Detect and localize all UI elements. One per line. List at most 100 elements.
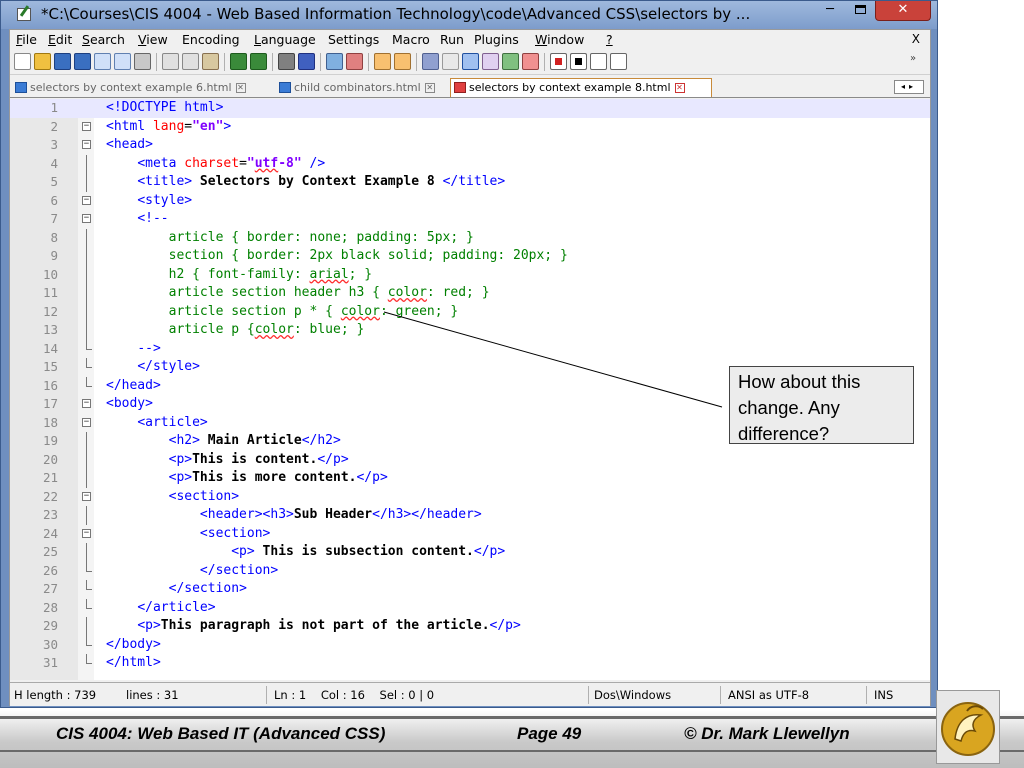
code-line[interactable]: 26 </section> bbox=[10, 561, 930, 581]
close-file-icon[interactable] bbox=[94, 53, 111, 70]
code-line[interactable]: 30 </body> bbox=[10, 635, 930, 655]
doc-map-icon[interactable] bbox=[502, 53, 519, 70]
sync-vertical-icon[interactable] bbox=[374, 53, 391, 70]
code-line[interactable]: 10 h2 { font-family: arial; } bbox=[10, 265, 930, 284]
cut-icon[interactable] bbox=[162, 53, 179, 70]
line-number: 23 bbox=[42, 507, 58, 522]
tab-child-combinators[interactable]: child combinators.html ✕ bbox=[276, 79, 435, 98]
fold-line bbox=[86, 339, 87, 349]
fold-toggle-icon[interactable]: − bbox=[82, 399, 91, 408]
function-list-icon[interactable] bbox=[522, 53, 539, 70]
menu-file[interactable]: File bbox=[16, 32, 37, 47]
fold-end-mark bbox=[86, 570, 92, 572]
close-button[interactable]: ✕ bbox=[875, 1, 931, 21]
sync-horizontal-icon[interactable] bbox=[394, 53, 411, 70]
redo-icon[interactable] bbox=[250, 53, 267, 70]
menu-encoding[interactable]: Encoding bbox=[182, 32, 240, 47]
code-line[interactable]: 5 <title> Selectors by Context Example 8… bbox=[10, 173, 930, 192]
fold-toggle-icon[interactable]: − bbox=[82, 140, 91, 149]
tab-close-icon[interactable]: ✕ bbox=[235, 83, 246, 93]
fold-line bbox=[86, 432, 87, 451]
tab-example-8[interactable]: selectors by context example 8.html ✕ bbox=[450, 78, 712, 97]
run-macro-multiple-icon[interactable] bbox=[610, 53, 627, 70]
copy-icon[interactable] bbox=[182, 53, 199, 70]
stop-macro-icon[interactable] bbox=[570, 53, 587, 70]
menu-search[interactable]: Search bbox=[82, 32, 125, 47]
menu-edit[interactable]: Edit bbox=[48, 32, 72, 47]
show-all-chars-icon[interactable] bbox=[442, 53, 459, 70]
save-all-icon[interactable] bbox=[74, 53, 91, 70]
open-file-icon[interactable] bbox=[34, 53, 51, 70]
toolbar-overflow-icon[interactable]: » bbox=[910, 53, 922, 70]
menu-language[interactable]: Language bbox=[254, 32, 316, 47]
tab-close-icon[interactable]: ✕ bbox=[424, 83, 435, 93]
fold-end-mark bbox=[86, 644, 92, 646]
menu-window[interactable]: Window bbox=[535, 32, 584, 47]
tab-close-icon[interactable]: ✕ bbox=[674, 83, 685, 93]
code-line[interactable]: 3 − <head> bbox=[10, 136, 930, 155]
menu-help[interactable]: ? bbox=[606, 32, 613, 47]
code-line[interactable]: 22 − <section> bbox=[10, 488, 930, 507]
line-number: 15 bbox=[42, 359, 58, 374]
line-number: 29 bbox=[42, 618, 58, 633]
close-document-button[interactable]: X bbox=[912, 32, 920, 46]
close-all-icon[interactable] bbox=[114, 53, 131, 70]
menu-view[interactable]: View bbox=[138, 32, 168, 47]
tab-scroll-arrows[interactable]: ◂▸ bbox=[894, 80, 924, 94]
minimize-button[interactable]: ─ bbox=[817, 1, 843, 21]
language-icon[interactable] bbox=[482, 53, 499, 70]
code-line[interactable]: 13 article p {color: blue; } bbox=[10, 321, 930, 340]
code-line[interactable]: 7 − <!-- bbox=[10, 210, 930, 229]
undo-icon[interactable] bbox=[230, 53, 247, 70]
new-file-icon[interactable] bbox=[14, 53, 31, 70]
play-macro-icon[interactable] bbox=[590, 53, 607, 70]
fold-toggle-icon[interactable]: − bbox=[82, 121, 91, 131]
code-line[interactable]: 11 article section header h3 { color: re… bbox=[10, 284, 930, 303]
code-line[interactable]: 8 article { border: none; padding: 5px; … bbox=[10, 228, 930, 247]
code-line[interactable]: 24 − <section> bbox=[10, 525, 930, 544]
zoom-in-icon[interactable] bbox=[326, 53, 343, 70]
fold-toggle-icon[interactable]: − bbox=[82, 491, 91, 501]
maximize-button[interactable] bbox=[847, 1, 873, 21]
record-macro-icon[interactable] bbox=[550, 53, 567, 70]
replace-icon[interactable] bbox=[298, 53, 315, 70]
zoom-out-icon[interactable] bbox=[346, 53, 363, 70]
menu-bar: File Edit Search View Encoding Language … bbox=[10, 30, 930, 49]
code-line[interactable]: 20 <p>This is content.</p> bbox=[10, 450, 930, 469]
indent-guide-icon[interactable] bbox=[462, 53, 479, 70]
footer-course-title: CIS 4004: Web Based IT (Advanced CSS) bbox=[56, 724, 386, 743]
code-line[interactable]: 23 <header><h3>Sub Header</h3></header> bbox=[10, 506, 930, 525]
code-line[interactable]: 21 <p>This is more content.</p> bbox=[10, 469, 930, 488]
menu-plugins[interactable]: Plugins bbox=[474, 32, 519, 47]
find-icon[interactable] bbox=[278, 53, 295, 70]
menu-macro[interactable]: Macro bbox=[392, 32, 430, 47]
code-line[interactable]: 31 </html> bbox=[10, 654, 930, 673]
code-line[interactable]: 25 <p> This is subsection content.</p> bbox=[10, 543, 930, 562]
menu-settings[interactable]: Settings bbox=[328, 32, 379, 47]
fold-toggle-icon[interactable]: − bbox=[82, 214, 91, 223]
code-line[interactable]: 2 − <html lang="en"> bbox=[10, 118, 930, 137]
fold-line bbox=[86, 543, 87, 562]
code-line[interactable]: 29 <p>This paragraph is not part of the … bbox=[10, 617, 930, 636]
code-line[interactable]: 28 </article> bbox=[10, 598, 930, 618]
save-icon[interactable] bbox=[54, 53, 71, 70]
fold-toggle-icon[interactable]: − bbox=[82, 195, 91, 205]
word-wrap-icon[interactable] bbox=[422, 53, 439, 70]
code-text: article section header h3 { color: red; … bbox=[168, 285, 490, 300]
code-line[interactable]: 14 --> bbox=[10, 339, 930, 359]
code-line[interactable]: 1 <!DOCTYPE html> bbox=[10, 99, 930, 118]
code-line[interactable]: 9 section { border: 2px black solid; pad… bbox=[10, 247, 930, 266]
menu-run[interactable]: Run bbox=[440, 32, 464, 47]
print-icon[interactable] bbox=[134, 53, 151, 70]
fold-toggle-icon[interactable]: − bbox=[82, 528, 91, 538]
code-line[interactable]: 6 − <style> bbox=[10, 192, 930, 211]
code-line[interactable]: 4 <meta charset="utf-8" /> bbox=[10, 154, 930, 173]
title-bar[interactable]: *C:\Courses\CIS 4004 - Web Based Informa… bbox=[1, 1, 937, 29]
tab-example-6[interactable]: selectors by context example 6.html ✕ bbox=[12, 79, 246, 98]
status-length: H length : 739 bbox=[14, 688, 97, 702]
fold-line bbox=[86, 247, 87, 266]
code-line[interactable]: 12 article section p * { color: green; } bbox=[10, 302, 930, 321]
code-line[interactable]: 27 </section> bbox=[10, 580, 930, 599]
paste-icon[interactable] bbox=[202, 53, 219, 70]
fold-toggle-icon[interactable]: − bbox=[82, 417, 91, 427]
